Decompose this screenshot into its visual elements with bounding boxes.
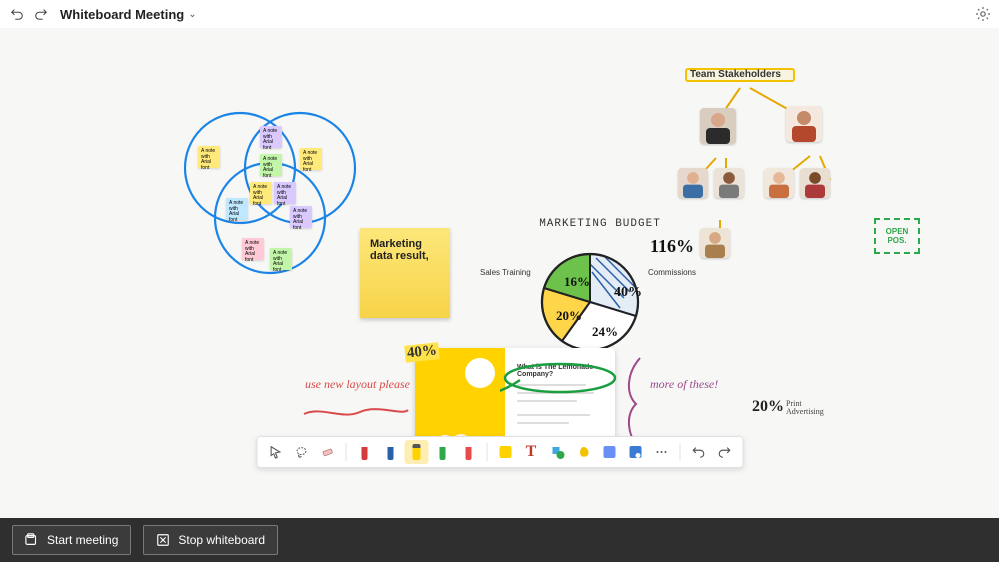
stop-whiteboard-button[interactable]: Stop whiteboard bbox=[143, 525, 278, 555]
marker-green-tool[interactable] bbox=[430, 440, 454, 464]
undo-top-button[interactable] bbox=[8, 5, 26, 23]
avatar[interactable] bbox=[800, 168, 830, 198]
start-meeting-label: Start meeting bbox=[47, 533, 118, 547]
eraser-tool[interactable] bbox=[315, 440, 339, 464]
annot-use-new-layout[interactable]: use new layout please bbox=[300, 378, 410, 391]
pointer-tool[interactable] bbox=[263, 440, 287, 464]
sticky-note[interactable]: A note with Arial font bbox=[300, 148, 322, 170]
sticky-note[interactable]: A note with Arial font bbox=[274, 182, 296, 204]
chevron-down-icon: ⌄ bbox=[188, 9, 196, 20]
avatar[interactable] bbox=[714, 168, 744, 198]
stop-icon bbox=[156, 533, 170, 547]
shapes-tool[interactable] bbox=[545, 440, 569, 464]
pen-blue-tool[interactable] bbox=[378, 440, 402, 464]
undo-toolbar-button[interactable] bbox=[686, 440, 710, 464]
settings-button[interactable] bbox=[975, 6, 991, 22]
command-bar: Start meeting Stop whiteboard bbox=[0, 518, 999, 562]
venn-diagram[interactable]: A note with Arial font A note with Arial… bbox=[170, 98, 370, 298]
avatar[interactable] bbox=[700, 108, 736, 144]
sticky-note[interactable]: A note with Arial font bbox=[198, 146, 220, 168]
annot-twenty[interactable]: 20% bbox=[752, 398, 784, 416]
annot-print-adv: Print Advertising bbox=[786, 400, 836, 416]
marker-red-tool[interactable] bbox=[456, 440, 480, 464]
image-tool[interactable] bbox=[623, 440, 647, 464]
redo-toolbar-button[interactable] bbox=[712, 440, 736, 464]
stakeholders-group[interactable]: Team Stakeholders OPEN POS. bbox=[670, 68, 930, 268]
marketing-note[interactable]: Marketing data result, bbox=[360, 228, 450, 318]
annot-more-of-these[interactable]: more of these! bbox=[650, 378, 720, 391]
sticky-note[interactable]: A note with Arial font bbox=[250, 182, 272, 204]
svg-text:16%: 16% bbox=[564, 274, 590, 289]
sticky-note-tool[interactable] bbox=[493, 440, 517, 464]
sticky-note[interactable]: A note with Arial font bbox=[260, 126, 282, 148]
sticky-note[interactable]: A note with Arial font bbox=[270, 248, 292, 270]
text-tool[interactable]: T bbox=[519, 440, 543, 464]
stakeholders-label: Team Stakeholders bbox=[690, 69, 781, 80]
avatar[interactable] bbox=[678, 168, 708, 198]
stop-whiteboard-label: Stop whiteboard bbox=[178, 533, 265, 547]
avatar[interactable] bbox=[786, 106, 822, 142]
svg-text:24%: 24% bbox=[592, 324, 618, 339]
svg-text:40%: 40% bbox=[614, 285, 642, 300]
highlighter-yellow-tool[interactable] bbox=[404, 440, 428, 464]
redo-top-button[interactable] bbox=[32, 5, 50, 23]
top-bar: Whiteboard Meeting ⌄ bbox=[0, 0, 999, 28]
start-meeting-button[interactable]: Start meeting bbox=[12, 525, 131, 555]
svg-text:20%: 20% bbox=[556, 308, 582, 323]
board-title: Whiteboard Meeting bbox=[60, 7, 184, 22]
sticky-note[interactable]: A note with Arial font bbox=[290, 206, 312, 228]
template-tool[interactable] bbox=[597, 440, 621, 464]
meeting-icon bbox=[25, 533, 39, 547]
avatar[interactable] bbox=[764, 168, 794, 198]
more-tool[interactable] bbox=[649, 440, 673, 464]
sticky-note[interactable]: A note with Arial font bbox=[242, 238, 264, 260]
whiteboard-canvas[interactable]: A note with Arial font A note with Arial… bbox=[0, 28, 999, 518]
avatar[interactable] bbox=[700, 228, 730, 258]
pen-red-tool[interactable] bbox=[352, 440, 376, 464]
whiteboard-toolbar: T bbox=[256, 436, 743, 468]
sticker-tool[interactable] bbox=[571, 440, 595, 464]
slice-label: Sales Training bbox=[480, 268, 531, 277]
sticky-note[interactable]: A note with Arial font bbox=[226, 198, 248, 220]
sticky-note[interactable]: A note with Arial font bbox=[260, 154, 282, 176]
annot-forty[interactable]: 40% bbox=[404, 342, 440, 362]
lasso-tool[interactable] bbox=[289, 440, 313, 464]
open-position-box[interactable]: OPEN POS. bbox=[874, 218, 920, 254]
board-title-dropdown[interactable]: Whiteboard Meeting ⌄ bbox=[60, 7, 197, 22]
